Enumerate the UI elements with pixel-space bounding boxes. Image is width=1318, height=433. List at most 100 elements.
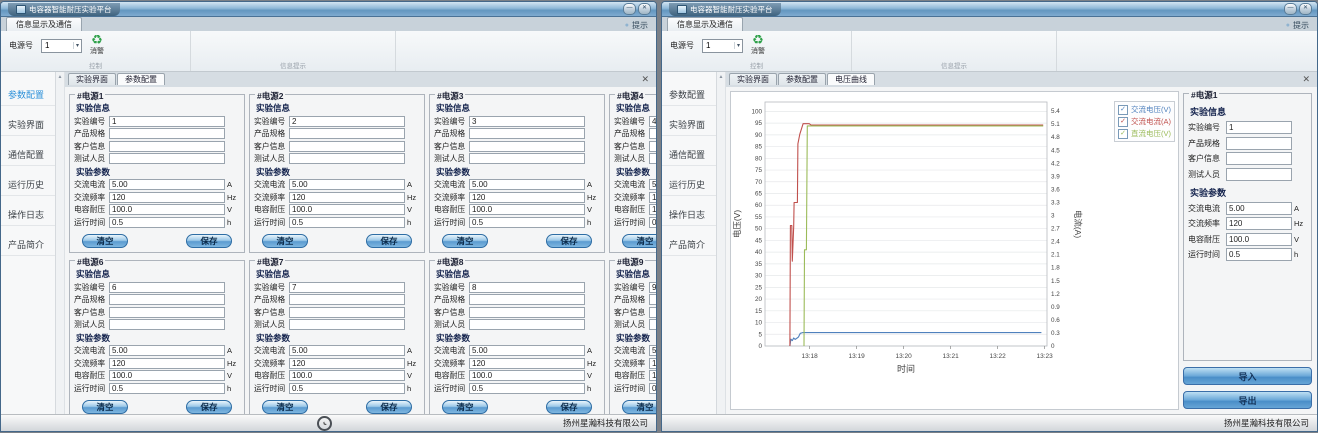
sidebar-item[interactable]: 通信配置 [662, 136, 716, 166]
customer-info-input[interactable] [109, 307, 225, 318]
save-button[interactable]: 保存 [366, 234, 412, 248]
power-no-select[interactable]: 1 ▾ [702, 39, 743, 53]
sidebar-item[interactable]: 运行历史 [662, 166, 716, 196]
cap-voltage-input[interactable] [649, 204, 656, 215]
tab[interactable]: 实验界面 [68, 73, 116, 85]
tester-input[interactable] [649, 153, 656, 164]
run-time-input[interactable] [649, 383, 656, 394]
ac-freq-input[interactable] [109, 192, 225, 203]
help-button[interactable]: ● 提示 [625, 20, 648, 31]
customer-info-input[interactable] [649, 307, 656, 318]
ac-current-input[interactable] [1226, 202, 1292, 215]
import-button[interactable]: 导入 [1183, 367, 1312, 385]
ac-freq-input[interactable] [469, 192, 585, 203]
product-spec-input[interactable] [649, 294, 656, 305]
exp-no-input[interactable] [649, 282, 656, 293]
tester-input[interactable] [289, 319, 405, 330]
tab[interactable]: 参数配置 [778, 73, 826, 85]
exp-no-input[interactable] [109, 116, 225, 127]
exp-no-input[interactable] [469, 116, 585, 127]
tester-input[interactable] [469, 319, 585, 330]
ac-freq-input[interactable] [649, 192, 656, 203]
titlebar[interactable]: 电容器智能耐压实验平台 — ✕ [1, 2, 656, 17]
save-button[interactable]: 保存 [186, 234, 232, 248]
ac-freq-input[interactable] [109, 358, 225, 369]
legend-checkbox[interactable]: ✓交流电压(V) [1118, 104, 1171, 115]
scroll-circle-icon[interactable]: ‹ [317, 416, 332, 431]
legend-checkbox[interactable]: ✓交流电流(A) [1118, 116, 1171, 127]
clear-button[interactable]: 清空 [82, 400, 128, 414]
exp-no-input[interactable] [109, 282, 225, 293]
exp-no-input[interactable] [289, 282, 405, 293]
save-button[interactable]: 保存 [186, 400, 232, 414]
customer-info-input[interactable] [109, 141, 225, 152]
ac-current-input[interactable] [289, 345, 405, 356]
run-time-input[interactable] [289, 383, 405, 394]
legend-checkbox[interactable]: ✓直流电压(V) [1118, 128, 1171, 139]
ac-current-input[interactable] [649, 345, 656, 356]
titlebar[interactable]: 电容器智能耐压实验平台 — ✕ [662, 2, 1317, 17]
tab[interactable]: 电压曲线 [827, 73, 875, 85]
customer-info-input[interactable] [289, 141, 405, 152]
clear-button[interactable]: 清空 [442, 234, 488, 248]
minimize-button[interactable]: — [623, 3, 636, 15]
run-time-input[interactable] [289, 217, 405, 228]
tab[interactable]: 实验界面 [729, 73, 777, 85]
minimize-button[interactable]: — [1284, 3, 1297, 15]
ribbon-tab-info-display[interactable]: 信息显示及通信 [6, 17, 82, 31]
scrollbar[interactable]: ▲ [56, 72, 65, 414]
customer-info-input[interactable] [469, 307, 585, 318]
scrollbar[interactable]: ▲ [717, 72, 726, 414]
customer-info-input[interactable] [469, 141, 585, 152]
exp-no-input[interactable] [1226, 121, 1292, 134]
product-spec-input[interactable] [109, 128, 225, 139]
cap-voltage-input[interactable] [649, 370, 656, 381]
clear-alarm-button[interactable]: ♻ 消警 [751, 33, 765, 56]
clear-button[interactable]: 清空 [442, 400, 488, 414]
tab-close-icon[interactable]: ✕ [1302, 74, 1310, 85]
sidebar-item[interactable]: 参数配置 [662, 76, 716, 106]
sidebar-item[interactable]: 操作日志 [1, 196, 55, 226]
ac-freq-input[interactable] [469, 358, 585, 369]
ac-freq-input[interactable] [1226, 217, 1292, 230]
tester-input[interactable] [1226, 168, 1292, 181]
cap-voltage-input[interactable] [469, 370, 585, 381]
tab-close-icon[interactable]: ✕ [641, 74, 649, 85]
ac-freq-input[interactable] [289, 358, 405, 369]
run-time-input[interactable] [469, 217, 585, 228]
ac-current-input[interactable] [109, 345, 225, 356]
ac-freq-input[interactable] [649, 358, 656, 369]
clear-button[interactable]: 清空 [622, 400, 656, 414]
sidebar-item[interactable]: 产品简介 [662, 226, 716, 256]
sidebar-item[interactable]: 参数配置 [1, 76, 55, 106]
help-button[interactable]: ● 提示 [1286, 20, 1309, 31]
run-time-input[interactable] [1226, 248, 1292, 261]
run-time-input[interactable] [109, 383, 225, 394]
save-button[interactable]: 保存 [546, 400, 592, 414]
product-spec-input[interactable] [289, 128, 405, 139]
exp-no-input[interactable] [469, 282, 585, 293]
clear-button[interactable]: 清空 [262, 400, 308, 414]
product-spec-input[interactable] [289, 294, 405, 305]
close-button[interactable]: ✕ [638, 3, 651, 15]
product-spec-input[interactable] [649, 128, 656, 139]
tester-input[interactable] [649, 319, 656, 330]
clear-button[interactable]: 清空 [262, 234, 308, 248]
product-spec-input[interactable] [1226, 137, 1292, 150]
ac-current-input[interactable] [289, 179, 405, 190]
clear-alarm-button[interactable]: ♻ 消警 [90, 33, 104, 56]
tester-input[interactable] [469, 153, 585, 164]
product-spec-input[interactable] [469, 294, 585, 305]
run-time-input[interactable] [469, 383, 585, 394]
cap-voltage-input[interactable] [289, 370, 405, 381]
sidebar-item[interactable]: 产品简介 [1, 226, 55, 256]
export-button[interactable]: 导出 [1183, 391, 1312, 409]
power-no-select[interactable]: 1 ▾ [41, 39, 82, 53]
exp-no-input[interactable] [649, 116, 656, 127]
sidebar-item[interactable]: 运行历史 [1, 166, 55, 196]
customer-info-input[interactable] [289, 307, 405, 318]
cap-voltage-input[interactable] [109, 204, 225, 215]
sidebar-item[interactable]: 实验界面 [1, 106, 55, 136]
customer-info-input[interactable] [649, 141, 656, 152]
save-button[interactable]: 保存 [546, 234, 592, 248]
